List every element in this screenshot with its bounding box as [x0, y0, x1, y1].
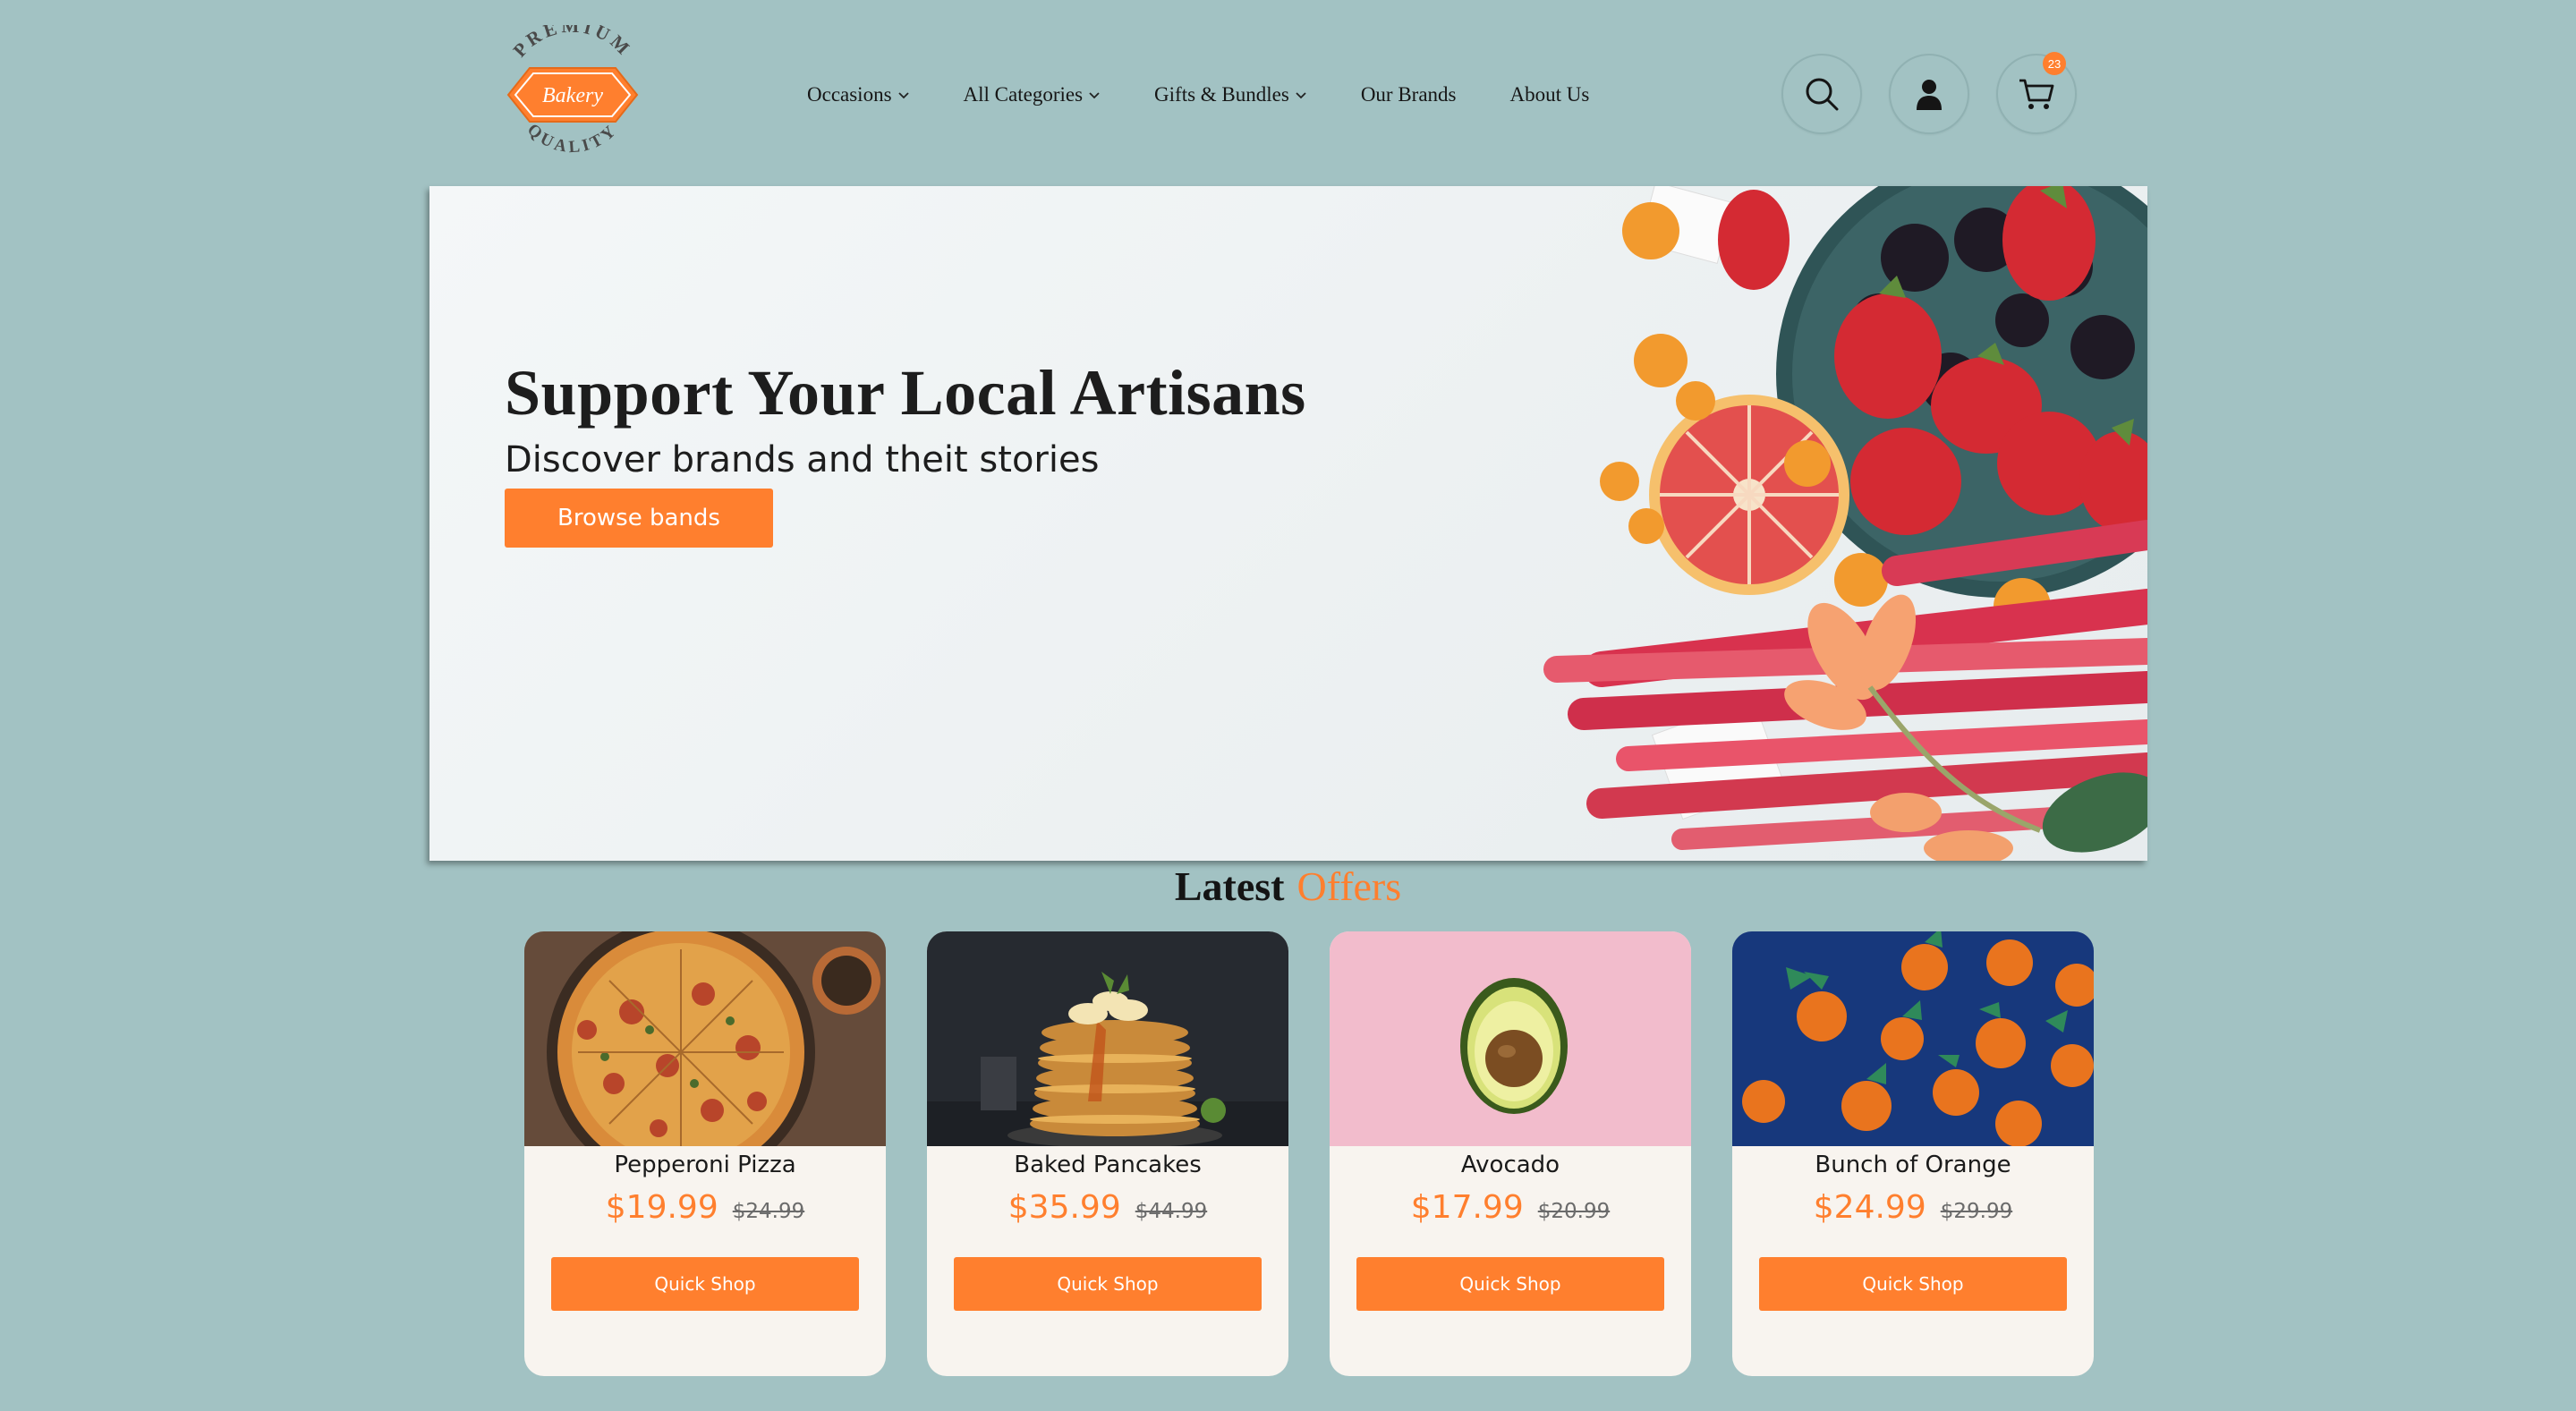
hero-fruit-image [1543, 186, 2147, 861]
product-card[interactable]: Bunch of Orange $24.99 $29.99 Quick Shop [1732, 931, 2094, 1376]
search-icon [1806, 78, 1839, 111]
cart-count-badge: 23 [2043, 52, 2066, 75]
price-row: $17.99 $20.99 [1330, 1189, 1691, 1226]
nav-occasions[interactable]: Occasions [807, 83, 910, 106]
product-price: $35.99 [1007, 1189, 1121, 1226]
title-part-offers: Offers [1297, 863, 1402, 909]
product-old-price: $29.99 [1940, 1200, 2013, 1223]
nav-label: Gifts & Bundles [1154, 83, 1289, 106]
product-old-price: $24.99 [732, 1200, 805, 1223]
chevron-down-icon [897, 92, 909, 99]
quick-shop-button[interactable]: Quick Shop [1356, 1257, 1664, 1311]
search-button[interactable] [1781, 54, 1862, 134]
pancakes-image [927, 931, 1288, 1146]
quick-shop-button[interactable]: Quick Shop [954, 1257, 1262, 1311]
product-old-price: $44.99 [1135, 1200, 1208, 1223]
cart-icon [2019, 79, 2054, 109]
hero-banner: Support Your Local Artisans Discover bra… [429, 186, 2147, 861]
product-card[interactable]: Avocado $17.99 $20.99 Quick Shop [1330, 931, 1691, 1376]
product-card[interactable]: Pepperoni Pizza $19.99 $24.99 Quick Shop [524, 931, 886, 1376]
nav-about-us[interactable]: About Us [1510, 83, 1590, 106]
pizza-image [524, 931, 886, 1146]
nav-label: All Categories [963, 83, 1084, 106]
quick-shop-button[interactable]: Quick Shop [1759, 1257, 2067, 1311]
product-old-price: $20.99 [1537, 1200, 1611, 1223]
svg-text:PREMIUM: PREMIUM [509, 25, 637, 61]
nav-label: About Us [1509, 83, 1590, 106]
price-row: $19.99 $24.99 [524, 1189, 886, 1226]
product-name: Pepperoni Pizza [614, 1152, 796, 1178]
hero-title: Support Your Local Artisans [505, 357, 1306, 429]
quick-shop-button[interactable]: Quick Shop [551, 1257, 859, 1311]
product-price: $17.99 [1410, 1189, 1524, 1226]
svg-text:QUALITY: QUALITY [523, 120, 622, 157]
logo-center-text: Bakery [542, 84, 603, 107]
price-row: $24.99 $29.99 [1732, 1189, 2094, 1226]
cart-button[interactable]: 23 [1996, 52, 2077, 134]
browse-brands-button[interactable]: Browse bands [505, 489, 773, 548]
brand-logo[interactable]: PREMIUM Bakery QUALITY [490, 15, 655, 161]
account-button[interactable] [1889, 54, 1969, 134]
logo-bottom-text: QUALITY [523, 120, 618, 157]
avocado-image [1330, 931, 1691, 1146]
user-icon [1917, 80, 1942, 110]
main-nav: Occasions All Categories Gifts & Bundles… [807, 79, 1589, 111]
product-price: $19.99 [605, 1189, 718, 1226]
product-price: $24.99 [1813, 1189, 1926, 1226]
nav-label: Our Brands [1360, 83, 1457, 106]
product-name: Baked Pancakes [1014, 1152, 1202, 1178]
nav-label: Occasions [807, 83, 892, 106]
chevron-down-icon [1089, 92, 1100, 99]
latest-offers-title: Latest Offers [0, 863, 2576, 910]
product-card[interactable]: Baked Pancakes $35.99 $44.99 Quick Shop [927, 931, 1288, 1376]
nav-all-categories[interactable]: All Categories [964, 83, 1101, 106]
nav-our-brands[interactable]: Our Brands [1361, 83, 1457, 106]
title-part-latest: Latest [1174, 863, 1285, 909]
oranges-image [1732, 931, 2094, 1146]
product-name: Avocado [1460, 1152, 1560, 1178]
price-row: $35.99 $44.99 [927, 1189, 1288, 1226]
chevron-down-icon [1296, 92, 1306, 99]
logo-top-text: PREMIUM [509, 15, 633, 62]
nav-gifts-bundles[interactable]: Gifts & Bundles [1154, 83, 1307, 106]
product-name: Bunch of Orange [1815, 1152, 2011, 1178]
hero-subtitle: Discover brands and theit stories [505, 439, 1100, 480]
